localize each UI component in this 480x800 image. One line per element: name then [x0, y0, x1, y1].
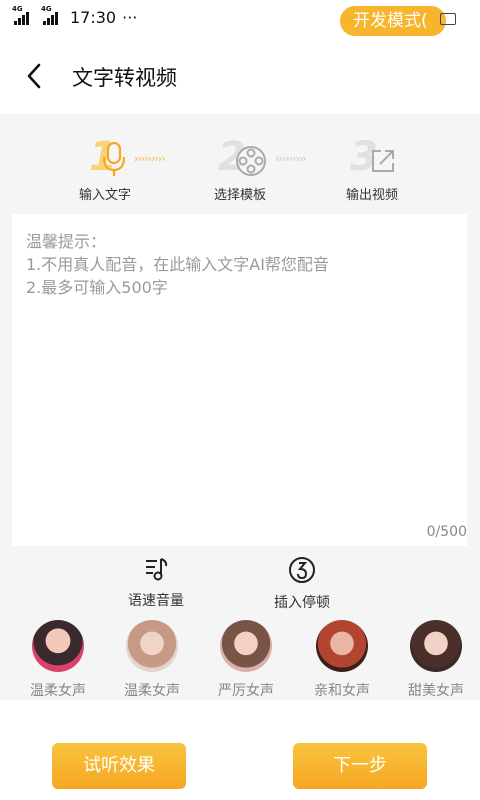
insert-pause-button[interactable]: 插入停顿 — [266, 556, 338, 612]
tool-label: 插入停顿 — [274, 595, 330, 611]
avatar — [410, 620, 462, 672]
tool-row: 语速音量 插入停顿 — [0, 556, 480, 616]
voice-label: 亲和女声 — [314, 683, 370, 699]
status-left: 4G 4G 17:30 ··· — [12, 5, 138, 28]
avatar — [316, 620, 368, 672]
battery-icon — [440, 13, 456, 25]
film-reel-icon — [236, 146, 266, 176]
step-label: 输出视频 — [345, 188, 398, 203]
tool-label: 语速音量 — [128, 593, 184, 609]
step-label: 输入文字 — [78, 188, 131, 203]
voice-label: 温柔女声 — [124, 683, 180, 699]
hint-line-1: 1.不用真人配音，在此输入文字AI帮您配音 — [26, 255, 329, 274]
microphone-icon — [102, 141, 126, 176]
step-select-template: 2 选择模板 — [190, 132, 290, 203]
voice-option[interactable]: 甜美女声 — [396, 620, 476, 700]
step-arrows: ››››››››› — [275, 152, 307, 165]
status-time: 17:30 — [70, 8, 117, 27]
text-input-area[interactable]: 温馨提示： 1.不用真人配音，在此输入文字AI帮您配音 2.最多可输入500字 … — [12, 214, 467, 546]
next-step-button[interactable]: 下一步 — [293, 743, 427, 789]
status-more-dots: ··· — [122, 8, 138, 27]
step-progress: 1 输入文字 ››››››››› 2 选择模板 ››››››››› 3 输出视频 — [0, 114, 480, 210]
app-header: 文字转视频 — [0, 38, 480, 114]
speed-volume-icon — [146, 558, 168, 581]
signal-icon: 4G — [12, 5, 29, 25]
page-title: 文字转视频 — [72, 66, 177, 90]
step-arrows: ››››››››› — [134, 152, 166, 165]
back-button[interactable] — [20, 58, 50, 94]
voice-label: 温柔女声 — [30, 683, 86, 699]
status-bar: 4G 4G 17:30 ··· 开发模式( — [0, 0, 480, 38]
step-output-video: 3 输出视频 — [322, 132, 422, 203]
voice-option[interactable]: 温柔女声 — [18, 620, 98, 700]
signal-icon: 4G — [41, 5, 58, 25]
voice-option[interactable]: 严厉女声 — [206, 620, 286, 700]
pause-insert-icon — [289, 557, 315, 583]
chevron-left-icon — [27, 63, 41, 89]
speed-volume-button[interactable]: 语速音量 — [120, 556, 192, 610]
voice-label: 严厉女声 — [218, 683, 274, 699]
bottom-action-bar: 试听效果 下一步 — [0, 700, 480, 800]
voice-label: 甜美女声 — [408, 683, 464, 699]
voice-list: 温柔女声 温柔女声 严厉女声 亲和女声 甜美女声 — [0, 620, 480, 700]
dev-mode-badge[interactable]: 开发模式( — [340, 6, 446, 36]
export-icon — [372, 150, 394, 172]
avatar — [126, 620, 178, 672]
avatar — [32, 620, 84, 672]
voice-option[interactable]: 温柔女声 — [112, 620, 192, 700]
char-counter: 0/500 — [426, 524, 467, 540]
hint-title: 温馨提示： — [26, 232, 107, 251]
voice-option[interactable]: 亲和女声 — [302, 620, 382, 700]
avatar — [220, 620, 272, 672]
hint-line-2: 2.最多可输入500字 — [26, 278, 168, 297]
step-label: 选择模板 — [213, 188, 266, 203]
input-hint: 温馨提示： 1.不用真人配音，在此输入文字AI帮您配音 2.最多可输入500字 — [26, 230, 329, 299]
preview-button[interactable]: 试听效果 — [52, 743, 186, 789]
step-input-text: 1 输入文字 — [55, 132, 155, 203]
